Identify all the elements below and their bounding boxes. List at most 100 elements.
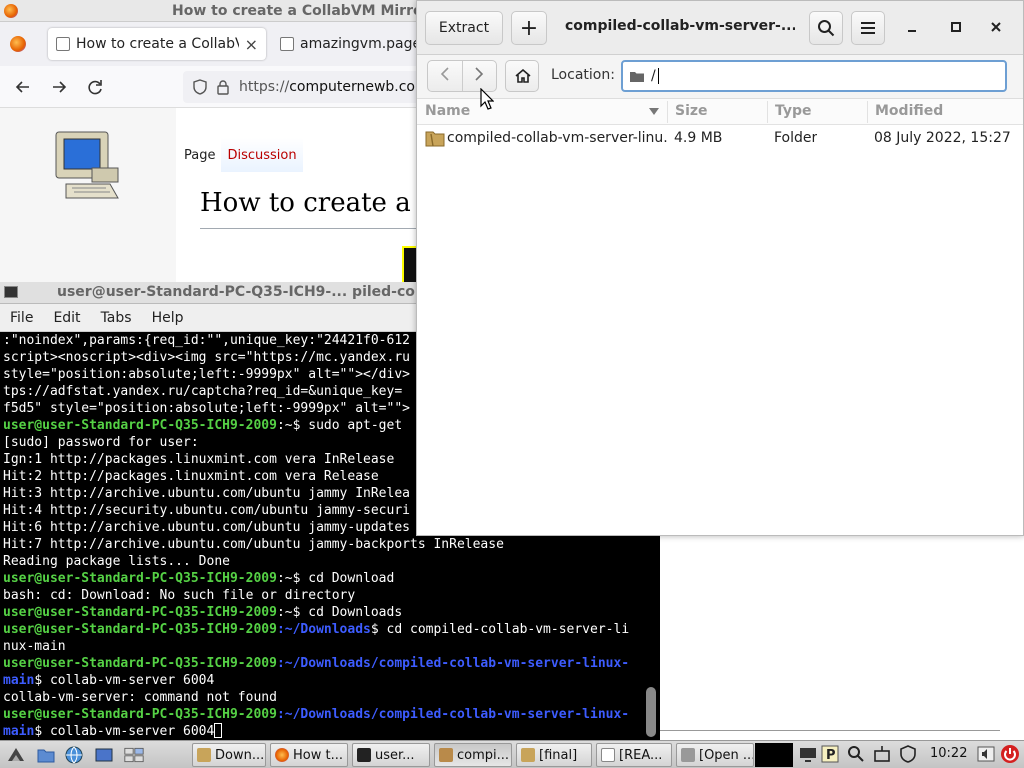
file-modified: 08 July 2022, 15:27 bbox=[874, 130, 1011, 146]
file-manager-launcher-icon[interactable] bbox=[36, 745, 56, 765]
menu-button[interactable] bbox=[851, 11, 885, 45]
url-bar[interactable]: https://computernewb.co bbox=[183, 71, 420, 103]
taskbar-item-label: [final] bbox=[539, 747, 578, 763]
search-button[interactable] bbox=[809, 11, 843, 45]
firefox-titlebar[interactable]: How to create a CollabVM Mirro bbox=[0, 0, 420, 22]
terminal-line: nux-main bbox=[3, 638, 643, 655]
terminal-line: Reading package lists... Done bbox=[3, 553, 643, 570]
maximize-icon bbox=[951, 22, 961, 32]
reload-icon[interactable] bbox=[84, 76, 106, 98]
home-icon bbox=[515, 69, 531, 83]
archive-headerbar[interactable]: Extract + compiled-collab-vm-server-... bbox=[417, 1, 1023, 55]
terminal-text: Ign:1 http://packages.linuxmint.com vera… bbox=[3, 452, 395, 467]
location-bar: Location: / bbox=[417, 55, 1023, 99]
forward-button[interactable] bbox=[461, 61, 497, 91]
taskbar-item-final[interactable]: [final] bbox=[516, 743, 592, 767]
chevron-left-icon bbox=[440, 67, 449, 81]
network-icon[interactable] bbox=[872, 744, 892, 764]
menu-edit[interactable]: Edit bbox=[43, 310, 90, 326]
archive-title: compiled-collab-vm-server-... bbox=[565, 18, 795, 34]
menu-tabs[interactable]: Tabs bbox=[91, 310, 142, 326]
location-label: Location: bbox=[551, 67, 615, 83]
tab-close-icon[interactable]: × bbox=[245, 35, 258, 54]
minimize-button[interactable] bbox=[901, 17, 923, 39]
taskbar-item-open[interactable]: [Open ... bbox=[676, 743, 754, 767]
column-separator[interactable] bbox=[667, 101, 668, 123]
terminal-line: main$ collab-vm-server 6004 bbox=[3, 723, 643, 740]
tab-how-to-create-collabvm[interactable]: How to create a CollabVM × bbox=[48, 28, 266, 60]
show-desktop-icon[interactable] bbox=[94, 745, 114, 765]
chevron-right-icon bbox=[475, 67, 484, 81]
taskbar-item-downloads[interactable]: Down... bbox=[192, 743, 266, 767]
firefox-view-icon[interactable] bbox=[10, 36, 26, 52]
browser-launcher-icon[interactable] bbox=[64, 745, 84, 765]
archive-icon bbox=[439, 748, 453, 762]
column-header-size[interactable]: Size bbox=[675, 103, 708, 119]
clock[interactable]: 10:22 bbox=[930, 746, 967, 761]
document-icon bbox=[601, 748, 615, 762]
menu-file[interactable]: File bbox=[0, 310, 43, 326]
menu-help[interactable]: Help bbox=[142, 310, 194, 326]
shield-icon[interactable] bbox=[193, 79, 207, 95]
file-list-row[interactable]: compiled-collab-vm-server-linu... 4.9 MB… bbox=[417, 126, 1023, 150]
close-button[interactable] bbox=[985, 17, 1007, 39]
menu-start-icon[interactable] bbox=[6, 745, 26, 765]
terminal-icon bbox=[4, 286, 18, 298]
taskbar-item-readme[interactable]: [REA... bbox=[596, 743, 672, 767]
folder-icon bbox=[425, 131, 445, 147]
column-header-row: Name Size Type Modified bbox=[417, 99, 1023, 125]
search-icon[interactable] bbox=[846, 744, 866, 764]
background-window-area bbox=[660, 536, 1024, 740]
extract-button[interactable]: Extract bbox=[425, 11, 503, 45]
terminal-line: user@user-Standard-PC-Q35-ICH9-2009:~$ c… bbox=[3, 604, 643, 621]
wiki-tab-page[interactable]: Page bbox=[178, 138, 222, 172]
dialog-icon bbox=[681, 748, 695, 762]
volume-icon[interactable] bbox=[976, 744, 996, 764]
file-size: 4.9 MB bbox=[674, 130, 723, 146]
terminal-text: Reading package lists... Done bbox=[3, 554, 230, 569]
firefox-tab-strip: How to create a CollabVM × amazingvm.pag… bbox=[0, 22, 420, 66]
add-files-button[interactable]: + bbox=[511, 11, 547, 45]
terminal-scrollbar[interactable] bbox=[646, 687, 656, 737]
text-caret bbox=[657, 68, 659, 84]
terminal-text: :~$ cd Downloads bbox=[276, 605, 403, 620]
terminal-text: f5d5" style="position:absolute;left:-999… bbox=[3, 401, 410, 416]
terminal-text: script><noscript><div><img src="https://… bbox=[3, 350, 410, 365]
terminal-text: bash: cd: Download: No such file or dire… bbox=[3, 588, 356, 603]
taskbar-item-archive[interactable]: compi... bbox=[434, 743, 512, 767]
display-icon[interactable] bbox=[798, 744, 818, 764]
taskbar-item-terminal[interactable]: user... bbox=[352, 743, 430, 767]
back-button[interactable] bbox=[428, 61, 462, 91]
column-header-type[interactable]: Type bbox=[775, 103, 812, 119]
location-input[interactable]: / bbox=[621, 60, 1007, 92]
column-separator[interactable] bbox=[867, 101, 868, 123]
column-header-name[interactable]: Name bbox=[425, 103, 470, 119]
file-name: compiled-collab-vm-server-linu... bbox=[447, 130, 667, 146]
column-header-modified[interactable]: Modified bbox=[875, 103, 943, 119]
shield-update-icon[interactable] bbox=[898, 744, 918, 764]
column-separator[interactable] bbox=[767, 101, 768, 123]
taskbar-item-label: Down... bbox=[215, 747, 265, 763]
home-button[interactable] bbox=[505, 60, 539, 92]
maximize-button[interactable] bbox=[945, 17, 967, 39]
power-icon[interactable] bbox=[1000, 744, 1020, 764]
tab-amazingvm[interactable]: amazingvm.page bbox=[272, 28, 420, 60]
terminal-window-title: user@user-Standard-PC-Q35-ICH9-... piled… bbox=[57, 284, 434, 300]
forward-arrow-icon[interactable] bbox=[48, 76, 70, 98]
computer-logo-icon[interactable] bbox=[52, 128, 124, 212]
terminal-text: style="position:absolute;left:-9999px" a… bbox=[3, 367, 410, 382]
workspace-switcher-icon[interactable] bbox=[124, 745, 144, 765]
page-favicon-icon bbox=[280, 37, 294, 51]
terminal-cursor bbox=[214, 723, 223, 738]
taskbar-item-firefox[interactable]: How t... bbox=[270, 743, 348, 767]
terminal-text: Hit:2 http://packages.linuxmint.com vera… bbox=[3, 469, 379, 484]
terminal-text: :~$ cd Download bbox=[276, 571, 395, 586]
taskbar-item-label: [REA... bbox=[619, 747, 663, 763]
app-p-icon[interactable]: P bbox=[820, 744, 840, 764]
terminal-prompt: user@user-Standard-PC-Q35-ICH9-2009 bbox=[3, 571, 277, 586]
lock-icon[interactable] bbox=[217, 79, 229, 95]
wiki-tab-discussion[interactable]: Discussion bbox=[221, 138, 303, 172]
terminal-path: main bbox=[3, 724, 35, 739]
sort-down-icon[interactable] bbox=[649, 108, 659, 115]
back-arrow-icon[interactable] bbox=[12, 76, 34, 98]
